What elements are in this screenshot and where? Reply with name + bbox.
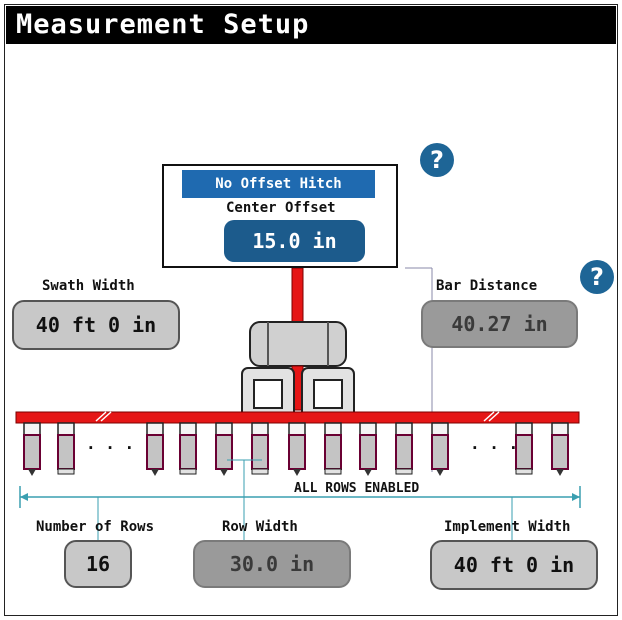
- number-of-rows-field[interactable]: 16: [64, 540, 132, 588]
- bar-distance-help-icon[interactable]: ?: [580, 260, 614, 294]
- rows-status-label: ALL ROWS ENABLED: [292, 481, 422, 496]
- hitch-tongue: [291, 267, 304, 325]
- row-unit: [23, 422, 41, 476]
- row-unit: [431, 422, 449, 476]
- row-unit: [215, 422, 233, 476]
- center-offset-field[interactable]: 15.0 in: [224, 220, 365, 262]
- center-offset-label: Center Offset: [226, 200, 336, 216]
- bar-distance-label: Bar Distance: [436, 278, 538, 294]
- row-unit: [57, 422, 75, 475]
- row-unit: [251, 422, 269, 475]
- row-unit: [359, 422, 377, 476]
- row-unit: [395, 422, 413, 475]
- row-unit: [288, 422, 306, 476]
- bar-distance-field[interactable]: 40.27 in: [421, 300, 578, 348]
- swath-width-label: Swath Width: [42, 278, 135, 294]
- row-unit: [551, 422, 569, 476]
- hitch-head: [249, 321, 347, 367]
- rows-ellipsis-left: · · ·: [86, 438, 135, 457]
- rows-ellipsis-right: · · ·: [470, 438, 519, 457]
- row-width-field[interactable]: 30.0 in: [193, 540, 351, 588]
- row-unit: [324, 422, 342, 475]
- implement-width-label: Implement Width: [444, 519, 571, 535]
- row-unit: [146, 422, 164, 476]
- hitch-mode-button[interactable]: No Offset Hitch: [182, 170, 375, 198]
- swath-width-field[interactable]: 40 ft 0 in: [12, 300, 180, 350]
- hitch-help-icon[interactable]: ?: [420, 143, 454, 177]
- number-of-rows-label: Number of Rows: [36, 519, 155, 535]
- row-unit: [515, 422, 533, 475]
- implement-width-field[interactable]: 40 ft 0 in: [430, 540, 598, 590]
- row-unit: [179, 422, 197, 475]
- row-width-label: Row Width: [222, 519, 298, 535]
